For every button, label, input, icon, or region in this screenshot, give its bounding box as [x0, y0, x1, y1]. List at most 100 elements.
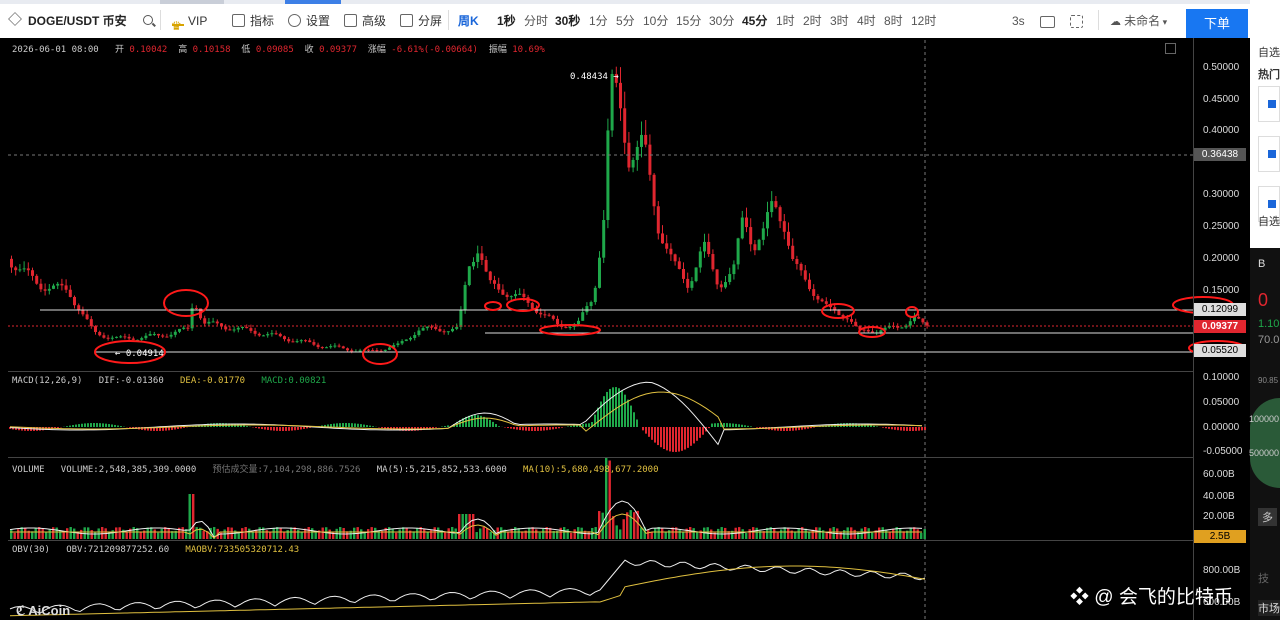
annotation-circle	[362, 343, 398, 365]
volume-ma10: MA(10):5,680,498,677.2000	[523, 465, 659, 475]
candle-body	[799, 263, 803, 271]
volume-bar	[164, 527, 167, 539]
period-1m[interactable]: 1分	[589, 4, 608, 38]
order-button[interactable]: 下单	[1186, 9, 1248, 38]
candle-body	[106, 337, 110, 339]
symbol-selector[interactable]: DOGE/USDT 币安	[8, 4, 127, 38]
period-8h[interactable]: 8时	[884, 4, 903, 38]
watch-item[interactable]	[1258, 86, 1280, 122]
indicators-button[interactable]: 指标	[232, 4, 274, 38]
volume-bar	[528, 527, 531, 539]
macd-hist: MACD:0.00821	[261, 376, 327, 386]
period-4h[interactable]: 4时	[857, 4, 876, 38]
period-1h[interactable]: 1时	[776, 4, 795, 38]
candle-body	[837, 310, 841, 316]
volume-bar	[300, 532, 303, 539]
hot-label[interactable]: 热门	[1258, 66, 1280, 82]
diamond-icon: ❖	[1070, 587, 1095, 608]
star-icon[interactable]	[8, 12, 22, 26]
candle-body	[568, 326, 572, 328]
candle-body	[661, 233, 664, 244]
candle-body	[144, 335, 148, 339]
split-button[interactable]: 分屏	[400, 4, 442, 38]
toolbar: DOGE/USDT 币安 VIP 指标 设置 高级 分屏 周K 1秒 分时 30…	[0, 0, 1280, 43]
candle-body	[73, 296, 76, 306]
volume-bar	[689, 527, 692, 539]
settings-label: 设置	[306, 14, 331, 28]
period-10m[interactable]: 10分	[643, 4, 668, 38]
long-button[interactable]: 多	[1258, 508, 1277, 526]
search-icon[interactable]	[143, 15, 153, 25]
volume-bar	[314, 531, 317, 539]
candle-body	[341, 346, 345, 349]
candle-body	[787, 231, 790, 246]
candle-body	[329, 346, 333, 348]
volume-bar	[633, 512, 636, 539]
side-panel: 自选 热门 自选 B 0 1.10 70.0 90.85 100000 5000…	[1249, 0, 1280, 620]
candle-body	[320, 347, 324, 349]
candle-body	[644, 134, 648, 145]
period-timeline[interactable]: 分时	[524, 4, 548, 38]
settings-button[interactable]: 设置	[288, 4, 330, 38]
vip-label: VIP	[188, 14, 208, 28]
advanced-button[interactable]: 高级	[344, 4, 386, 38]
candle-body	[388, 347, 391, 350]
change-value: -6.61%(-0.00664)	[391, 45, 478, 55]
volume-bar	[248, 528, 251, 539]
period-45m[interactable]: 45分	[742, 4, 767, 38]
candle-body	[703, 241, 706, 252]
period-3h[interactable]: 3时	[830, 4, 849, 38]
candle-body	[879, 330, 883, 333]
volume-bar	[258, 527, 261, 539]
candle-body	[367, 349, 370, 351]
period-5m[interactable]: 5分	[616, 4, 635, 38]
upper-line-price-box: 0.12099	[1194, 303, 1246, 316]
period-12h[interactable]: 12时	[911, 4, 936, 38]
price-tick: 0.40000	[1203, 125, 1240, 136]
market-label: 市场	[1258, 600, 1280, 616]
period-30s[interactable]: 30秒	[555, 4, 580, 38]
volume-bar	[549, 527, 552, 539]
candle-body	[463, 285, 467, 311]
candle-body	[602, 220, 606, 258]
annotation-circle	[905, 306, 919, 318]
candle-body	[556, 318, 559, 325]
volume-bar	[269, 531, 272, 539]
candle-body	[287, 339, 291, 342]
candle-body	[782, 221, 786, 232]
candle-body	[396, 343, 400, 346]
camera-icon[interactable]	[1040, 16, 1055, 28]
candle-body	[740, 217, 744, 239]
volume-bar	[626, 512, 629, 539]
kline-chart[interactable]	[0, 38, 1250, 620]
volume-bar	[52, 527, 55, 539]
volume-bar	[279, 528, 282, 539]
fullscreen-icon[interactable]	[1070, 15, 1083, 28]
candle-body	[610, 73, 614, 131]
volume-bar	[629, 510, 632, 539]
vip-button[interactable]: VIP	[171, 4, 208, 43]
volume-bar	[899, 528, 902, 539]
candle-body	[648, 144, 652, 175]
watchlist-label[interactable]: 自选	[1258, 44, 1280, 60]
layout-selector[interactable]: ☁ 未命名 ▾	[1110, 4, 1167, 38]
period-week[interactable]: 周K	[458, 4, 479, 38]
split-label: 分屏	[418, 14, 443, 28]
watch-item[interactable]	[1258, 136, 1280, 172]
volume-bar	[472, 514, 475, 539]
pane-divider	[8, 371, 1193, 372]
period-1s[interactable]: 1秒	[497, 4, 516, 38]
refresh-interval[interactable]: 3s	[1012, 4, 1025, 38]
period-2h[interactable]: 2时	[803, 4, 822, 38]
candle-body	[656, 206, 660, 234]
macd-dea: DEA:-0.01770	[180, 376, 246, 386]
candle-body	[127, 336, 131, 339]
aicoin-text: AiCoin	[28, 603, 71, 618]
volume-bar	[661, 528, 664, 539]
candle-body	[698, 251, 702, 268]
period-15m[interactable]: 15分	[676, 4, 701, 38]
pane-divider	[8, 540, 1193, 541]
period-30m[interactable]: 30分	[709, 4, 734, 38]
macd-title: MACD(12,26,9)	[12, 376, 83, 386]
expand-icon[interactable]	[1165, 43, 1176, 54]
